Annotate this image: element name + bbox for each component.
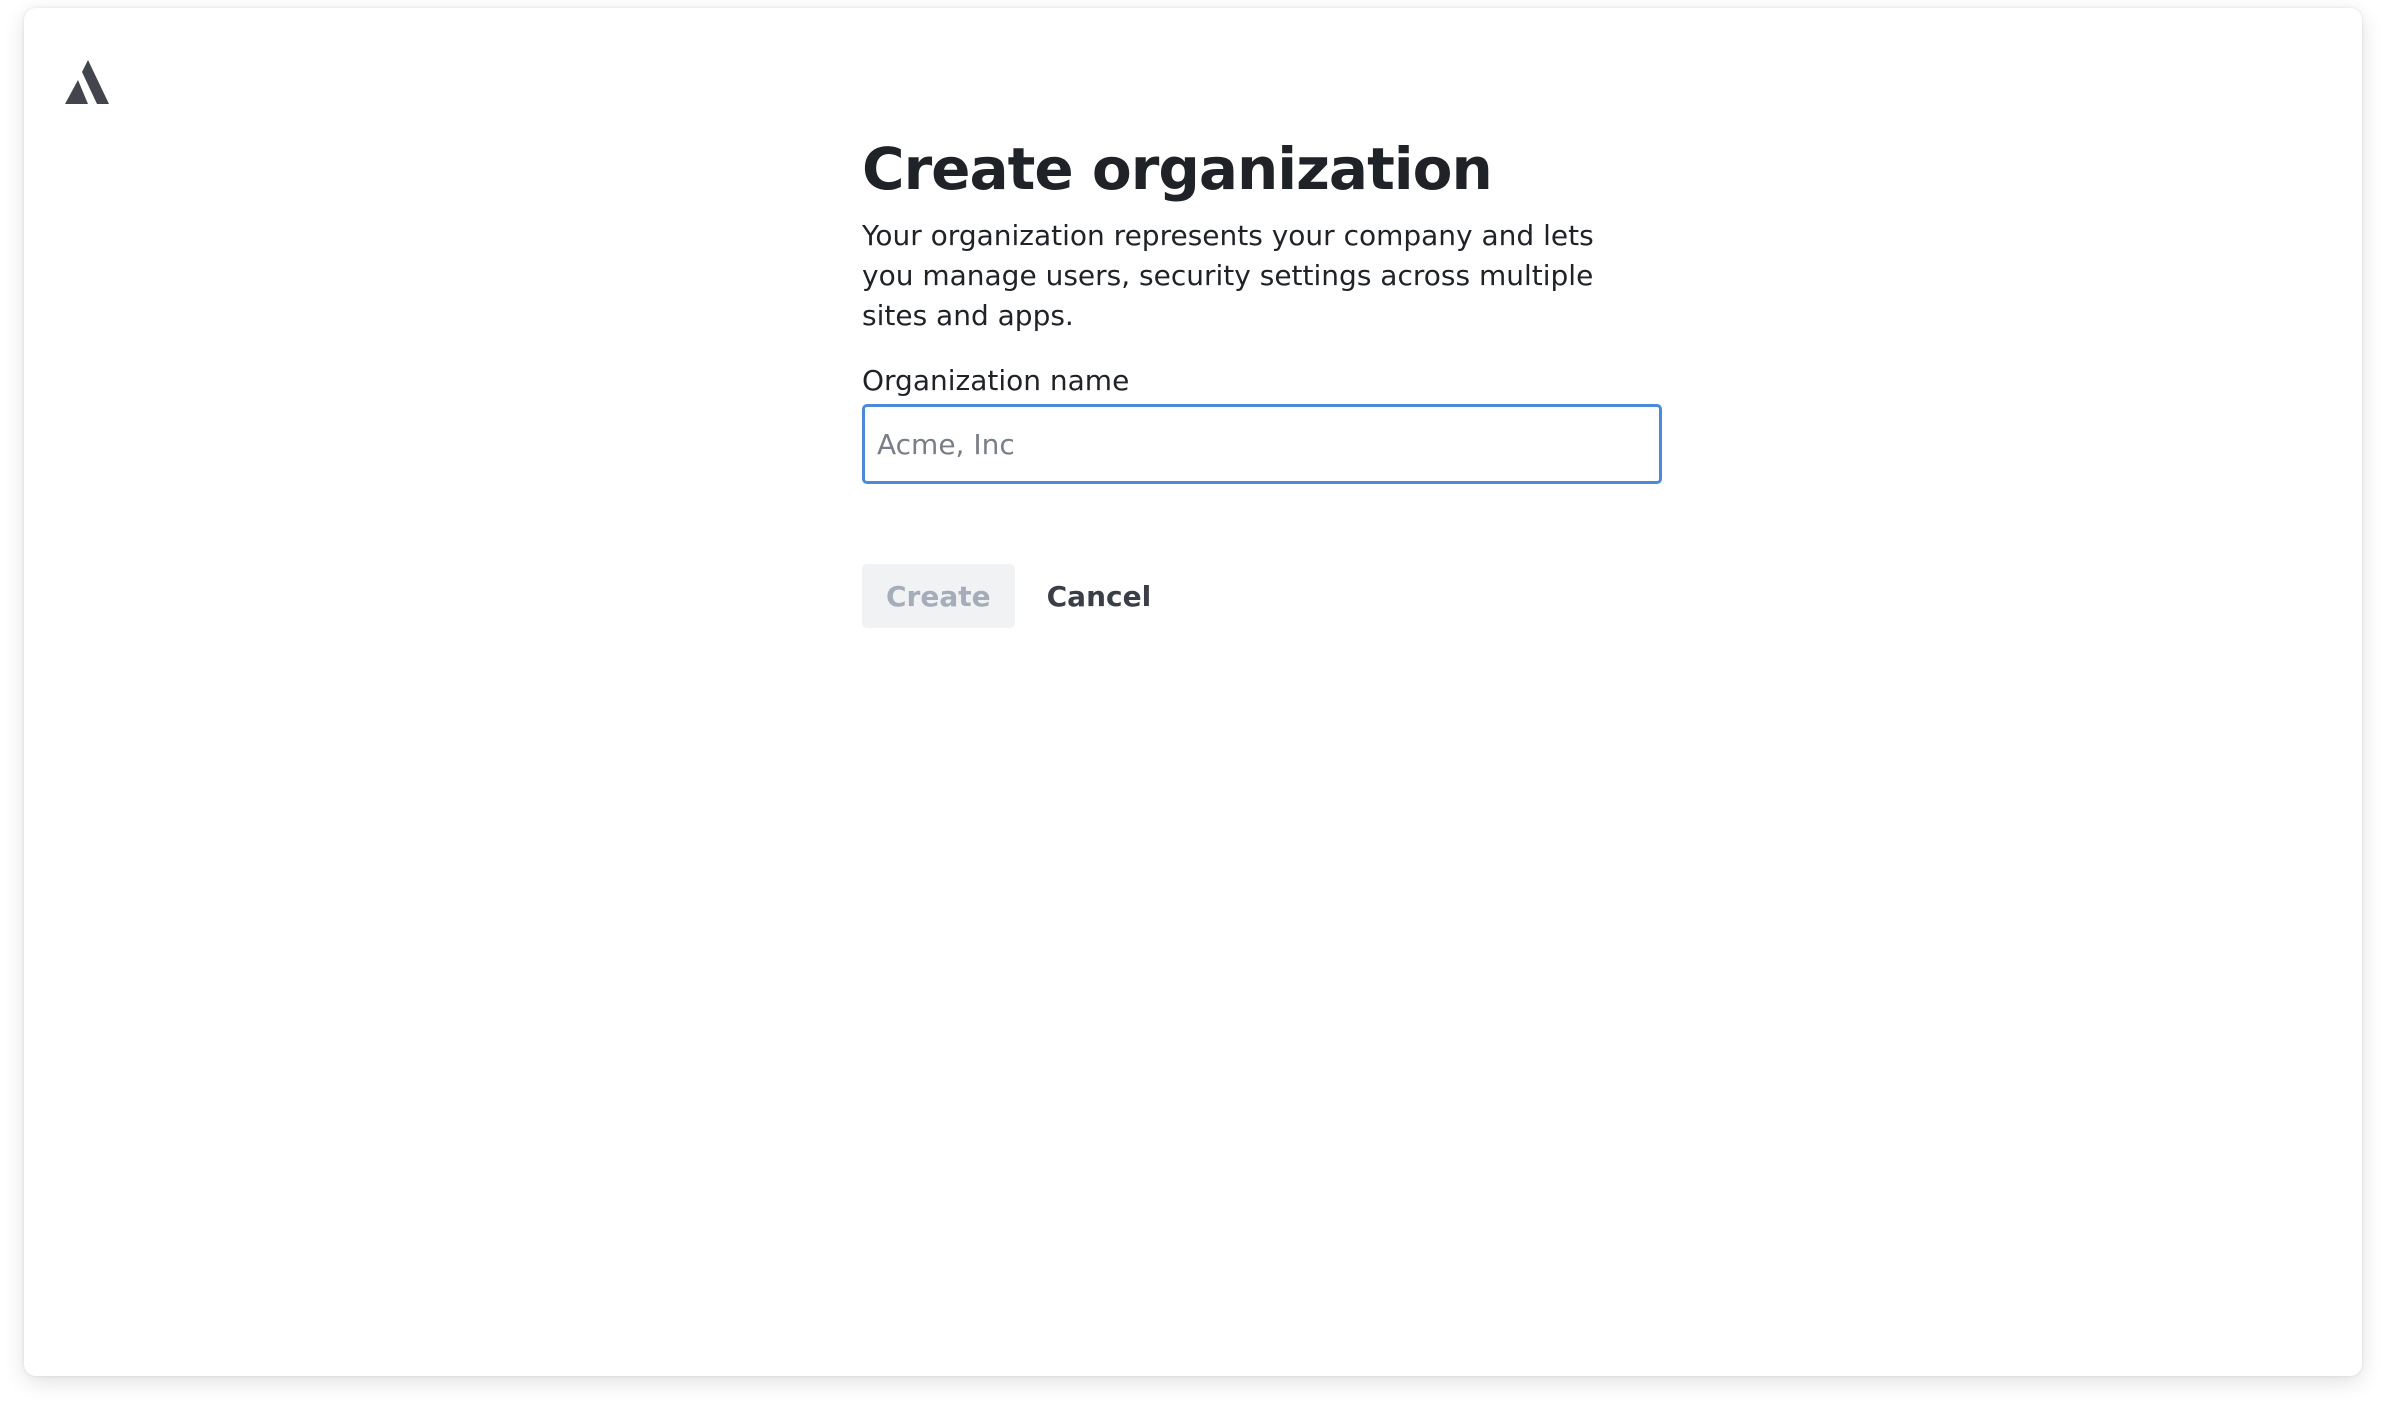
atlassian-logo-icon [65, 60, 109, 104]
page-description: Your organization represents your compan… [862, 219, 1594, 332]
form-actions: Create Cancel [862, 564, 1682, 628]
create-button[interactable]: Create [862, 564, 1015, 628]
org-name-label: Organization name [862, 364, 1130, 397]
page-title: Create organization [862, 135, 1493, 203]
cancel-button[interactable]: Cancel [1023, 564, 1176, 628]
app-window: Create organization Your organization re… [24, 8, 2362, 1376]
org-name-input[interactable] [862, 404, 1662, 484]
create-organization-form: Create organization Your organization re… [862, 130, 1682, 628]
